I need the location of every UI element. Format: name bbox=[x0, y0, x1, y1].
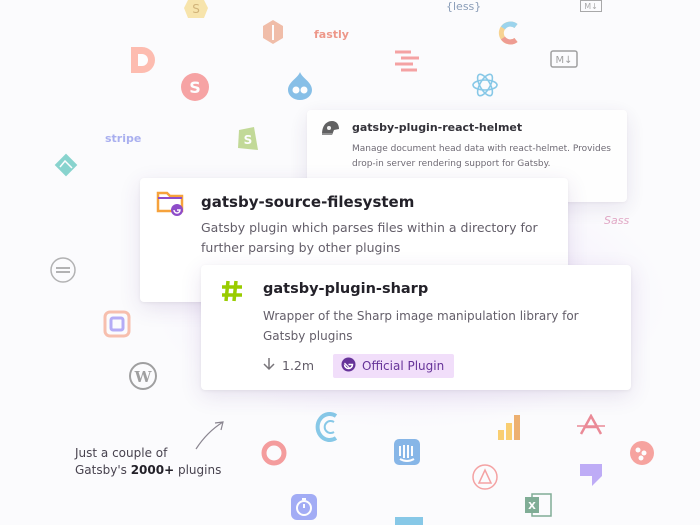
plugin-title[interactable]: gatsby-source-filesystem bbox=[201, 193, 414, 211]
contentful-icon bbox=[497, 20, 523, 46]
bars-chart-icon bbox=[497, 414, 521, 440]
download-count: 1.2m bbox=[263, 357, 314, 374]
markdown-icon: M↓ bbox=[550, 50, 578, 68]
official-plugin-badge: Official Plugin bbox=[333, 354, 455, 378]
plugin-description: Manage document head data with react-hel… bbox=[352, 144, 611, 169]
shopify-icon: S bbox=[236, 124, 260, 152]
plugin-description: Wrapper of the Sharp image manipulation … bbox=[263, 309, 579, 343]
drupal-icon bbox=[288, 72, 312, 100]
wordpress-icon: W bbox=[129, 362, 157, 390]
svg-text:S: S bbox=[189, 78, 201, 97]
svg-text:S: S bbox=[244, 133, 253, 147]
fastly-logo: fastly bbox=[314, 28, 349, 41]
download-arrow-icon bbox=[263, 357, 275, 374]
dev-d-icon bbox=[128, 45, 158, 75]
svg-text:M↓: M↓ bbox=[555, 55, 572, 66]
markdown-icon: M↓ bbox=[580, 0, 602, 12]
checkmark-icon bbox=[578, 462, 604, 488]
caption-line2: Gatsby's 2000+ plugins bbox=[75, 462, 221, 479]
badge-label: Official Plugin bbox=[362, 359, 445, 373]
download-count-value: 1.2m bbox=[282, 358, 315, 373]
react-helmet-icon bbox=[320, 120, 340, 142]
plugin-title[interactable]: gatsby-plugin-react-helmet bbox=[352, 121, 522, 134]
sanity-icon bbox=[50, 257, 76, 283]
hash-icon bbox=[221, 280, 243, 306]
bottom-icon bbox=[395, 517, 423, 525]
gatsby-icon bbox=[341, 357, 356, 375]
intercom-icon bbox=[393, 438, 421, 466]
lock-circle-icon bbox=[471, 463, 499, 491]
plugin-card-sharp[interactable]: gatsby-plugin-sharp Wrapper of the Sharp… bbox=[201, 265, 631, 390]
plugin-title[interactable]: gatsby-plugin-sharp bbox=[263, 281, 428, 297]
svg-text:M↓: M↓ bbox=[584, 2, 598, 11]
dollar-icon: S bbox=[184, 0, 208, 18]
magento-icon bbox=[263, 20, 283, 44]
mountain-icon bbox=[53, 152, 79, 178]
prismic-icon bbox=[103, 310, 131, 338]
react-icon bbox=[472, 72, 498, 98]
squiggle-icon bbox=[393, 48, 421, 72]
less-logo: {less} bbox=[446, 0, 482, 13]
svg-text:W: W bbox=[134, 368, 153, 386]
arrow-icon bbox=[193, 418, 227, 456]
caption-count: 2000+ bbox=[130, 463, 175, 477]
timer-icon bbox=[290, 493, 318, 521]
a-icon bbox=[577, 414, 605, 436]
svg-text:X: X bbox=[528, 501, 536, 512]
caption-prefix: Gatsby's bbox=[75, 463, 131, 477]
s-circle-icon: S bbox=[180, 72, 210, 102]
wave-icon bbox=[312, 412, 340, 442]
plugin-description: Gatsby plugin which parses files within … bbox=[201, 220, 538, 255]
stripe-logo: stripe bbox=[105, 132, 142, 145]
ring-icon bbox=[260, 439, 288, 467]
caption-suffix: plugins bbox=[174, 463, 222, 477]
sass-logo: Sass bbox=[604, 214, 630, 227]
dots-icon bbox=[629, 440, 655, 466]
folder-icon bbox=[156, 189, 186, 221]
excel-icon: X bbox=[524, 492, 552, 518]
svg-text:S: S bbox=[192, 2, 200, 16]
